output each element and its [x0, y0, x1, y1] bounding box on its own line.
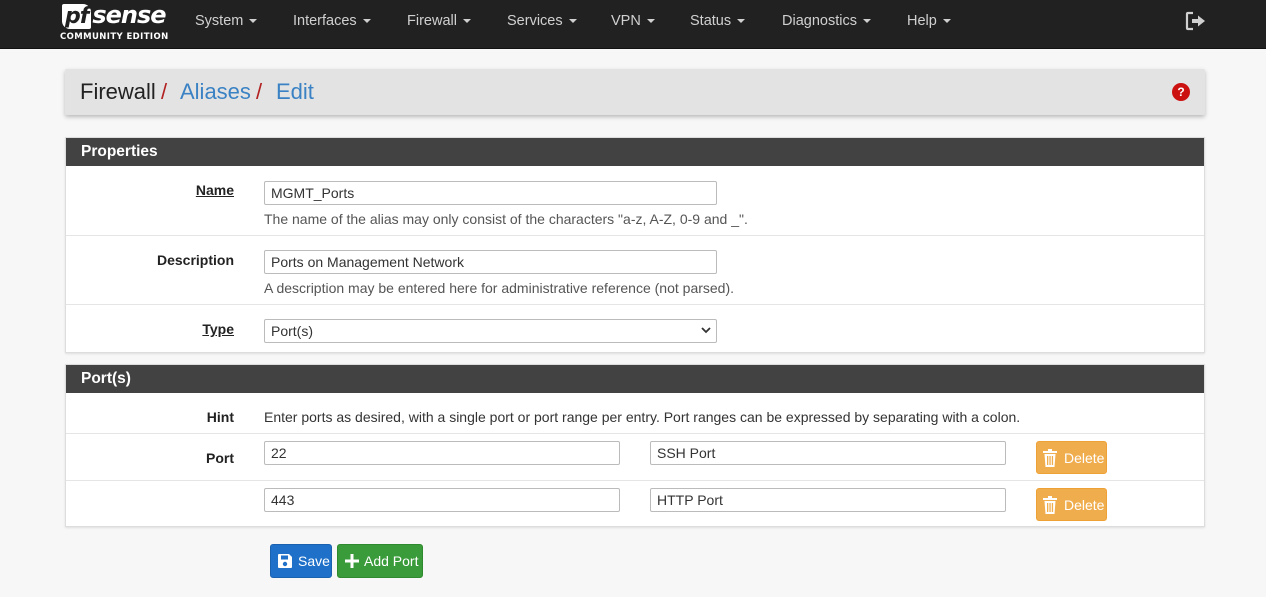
hint-text: Enter ports as desired, with a single po… — [264, 409, 1021, 425]
plus-icon — [345, 554, 359, 568]
breadcrumb: Firewall / Aliases / Edit ? — [65, 69, 1205, 115]
type-label: Type — [202, 321, 234, 337]
logo-wordmark: pf sense — [62, 1, 167, 29]
description-row: Description Ports on Management Network … — [66, 235, 1204, 304]
menu-vpn[interactable]: VPN — [611, 0, 655, 42]
port-label: Port — [206, 450, 234, 466]
trash-icon — [1043, 449, 1057, 467]
add-port-button-label: Add Port — [364, 553, 419, 569]
add-port-button[interactable]: Add Port — [337, 544, 423, 578]
delete-button-label: Delete — [1064, 497, 1105, 513]
type-select[interactable]: Port(s) — [264, 319, 717, 343]
name-row: Name MGMT_Ports The name of the alias ma… — [66, 166, 1204, 235]
ports-heading: Port(s) — [66, 365, 1204, 393]
trash-icon — [1043, 496, 1057, 514]
hint-row: Hint Enter ports as desired, with a sing… — [66, 393, 1204, 433]
top-navbar: pf sense COMMUNITY EDITION System Interfa… — [0, 0, 1266, 49]
hint-label: Hint — [206, 409, 234, 425]
breadcrumb-separator: / — [161, 79, 168, 104]
caret-down-icon — [646, 19, 655, 23]
menu-diagnostics[interactable]: Diagnostics — [782, 0, 871, 42]
breadcrumb-root: Firewall — [80, 79, 156, 104]
pfsense-logo[interactable]: pf sense COMMUNITY EDITION — [60, 1, 169, 45]
caret-down-icon — [862, 19, 871, 23]
delete-button[interactable]: Delete — [1036, 488, 1107, 521]
name-label: Name — [195, 182, 234, 198]
port-row: 443 HTTP Port Delete — [66, 480, 1204, 527]
port-number-input[interactable]: 22 — [264, 441, 620, 465]
port-description-input[interactable]: HTTP Port — [650, 488, 1006, 512]
description-input[interactable]: Ports on Management Network — [264, 250, 717, 274]
logout-icon[interactable] — [1185, 11, 1207, 31]
chevron-down-icon — [701, 327, 711, 334]
caret-down-icon — [362, 19, 371, 23]
name-input[interactable]: MGMT_Ports — [264, 181, 717, 205]
breadcrumb-edit-link[interactable]: Edit — [276, 79, 314, 105]
save-button-label: Save — [298, 553, 330, 569]
caret-down-icon — [462, 19, 471, 23]
properties-heading: Properties — [66, 138, 1204, 166]
breadcrumb-separator: / — [256, 79, 263, 104]
name-help-text: The name of the alias may only consist o… — [264, 211, 748, 227]
delete-button[interactable]: Delete — [1036, 441, 1107, 474]
caret-down-icon — [737, 19, 746, 23]
port-row: Port 22 SSH Port Delete — [66, 433, 1204, 480]
breadcrumb-aliases-link[interactable]: Aliases — [180, 79, 251, 105]
menu-system[interactable]: System — [195, 0, 258, 42]
save-button[interactable]: Save — [270, 544, 332, 578]
description-help-text: A description may be entered here for ad… — [264, 280, 735, 296]
type-select-value: Port(s) — [271, 323, 313, 339]
caret-down-icon — [249, 19, 258, 23]
save-icon — [278, 554, 292, 568]
port-description-input[interactable]: SSH Port — [650, 441, 1006, 465]
port-number-input[interactable]: 443 — [264, 488, 620, 512]
description-label: Description — [156, 252, 234, 268]
menu-services[interactable]: Services — [507, 0, 577, 42]
menu-status[interactable]: Status — [690, 0, 746, 42]
type-row: Type Port(s) — [66, 304, 1204, 353]
help-icon[interactable]: ? — [1172, 83, 1190, 101]
logo-edition-text: COMMUNITY EDITION — [60, 32, 169, 42]
delete-button-label: Delete — [1064, 450, 1105, 466]
caret-down-icon — [942, 19, 951, 23]
menu-help[interactable]: Help — [907, 0, 951, 42]
properties-panel: Properties Name MGMT_Ports The name of t… — [65, 137, 1205, 353]
menu-interfaces[interactable]: Interfaces — [293, 0, 371, 42]
menu-firewall[interactable]: Firewall — [407, 0, 471, 42]
caret-down-icon — [568, 19, 577, 23]
ports-panel: Port(s) Hint Enter ports as desired, wit… — [65, 364, 1205, 527]
